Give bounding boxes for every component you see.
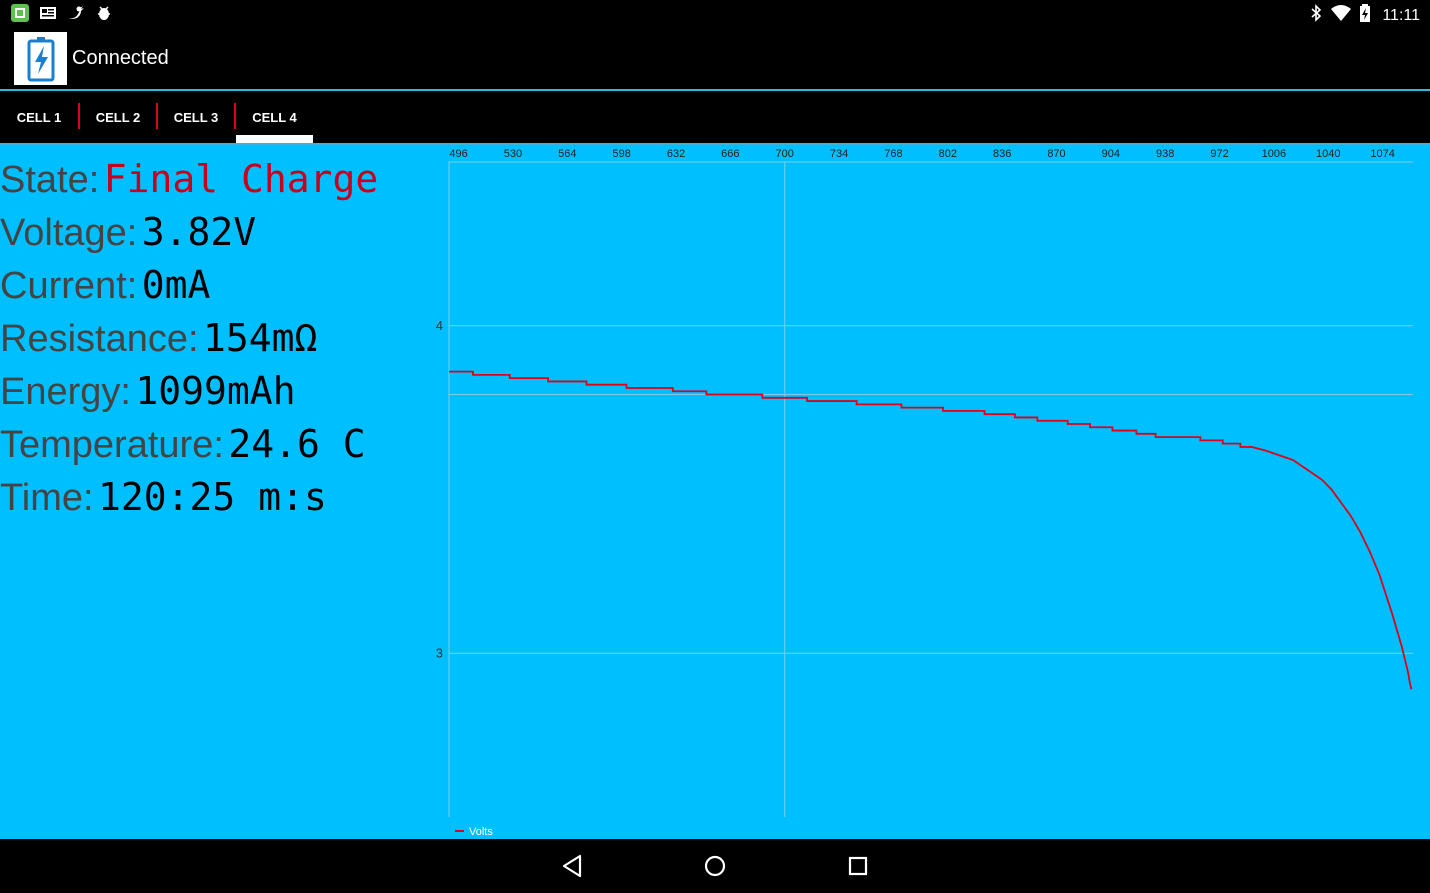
twitter-icon <box>66 3 86 23</box>
legend-label: Volts <box>469 826 493 838</box>
tab-cell-4[interactable]: CELL 4 <box>236 91 313 143</box>
notification-icons <box>10 3 114 23</box>
navigation-bar <box>0 839 1430 893</box>
tab-label: CELL 4 <box>252 109 297 125</box>
x-tick-label: 1006 <box>1262 148 1286 160</box>
home-button[interactable] <box>700 851 730 881</box>
x-tick-label: 1074 <box>1370 148 1394 160</box>
recents-icon <box>848 856 868 876</box>
x-tick-label: 904 <box>1102 148 1120 160</box>
bluetooth-icon <box>1308 3 1324 28</box>
cell-detail-panel: State: Final Charge Voltage: 3.82V Curre… <box>0 143 1430 839</box>
tab-bar: CELL 1 CELL 2 CELL 3 CELL 4 <box>0 91 1430 143</box>
home-icon <box>704 855 726 877</box>
series-line-volts <box>449 370 1413 690</box>
x-tick-label: 496 <box>449 148 467 160</box>
x-tick-label: 700 <box>776 148 794 160</box>
selected-tab-indicator <box>236 135 313 143</box>
x-tick-label: 666 <box>721 148 739 160</box>
app-icon[interactable] <box>14 32 67 85</box>
status-bar: 11:11 <box>0 0 1430 28</box>
tab-label: CELL 3 <box>173 109 219 125</box>
y-tick-label: 3 <box>436 645 443 660</box>
x-tick-label: 530 <box>504 148 522 160</box>
android-debug-icon <box>94 3 114 23</box>
x-tick-label: 768 <box>884 148 902 160</box>
x-tick-label: 938 <box>1156 148 1174 160</box>
tab-cell-2[interactable]: CELL 2 <box>80 91 156 143</box>
y-tick-label: 4 <box>436 318 443 333</box>
voltage-chart[interactable]: 3 4 496 530 564 598 632 666 700 734 768 802 836 870 90… <box>0 145 1430 839</box>
tab-label: CELL 2 <box>95 109 141 125</box>
x-tick-label: 1040 <box>1316 148 1340 160</box>
tab-label: CELL 1 <box>16 109 62 125</box>
battery-charging-icon <box>1358 3 1372 28</box>
x-tick-label: 632 <box>667 148 685 160</box>
back-icon <box>562 854 582 878</box>
status-time: 11:11 <box>1382 6 1420 24</box>
battery-charging-icon <box>27 36 54 81</box>
tab-cell-1[interactable]: CELL 1 <box>0 91 78 143</box>
news-icon <box>38 3 58 23</box>
tab-cell-3[interactable]: CELL 3 <box>158 91 234 143</box>
recents-button[interactable] <box>843 851 873 881</box>
system-icons: 11:11 <box>1308 3 1420 28</box>
back-button[interactable] <box>558 851 588 881</box>
x-tick-label: 802 <box>939 148 957 160</box>
x-tick-label: 598 <box>612 148 630 160</box>
x-tick-label: 836 <box>993 148 1011 160</box>
page-title: Connected <box>72 47 169 69</box>
x-tick-label: 972 <box>1210 148 1228 160</box>
x-tick-label: 564 <box>558 148 576 160</box>
x-tick-label: 734 <box>830 148 848 160</box>
action-bar: Connected <box>0 28 1430 91</box>
notification-app-icon <box>10 3 30 23</box>
wifi-icon <box>1330 3 1352 28</box>
x-tick-label: 870 <box>1047 148 1065 160</box>
